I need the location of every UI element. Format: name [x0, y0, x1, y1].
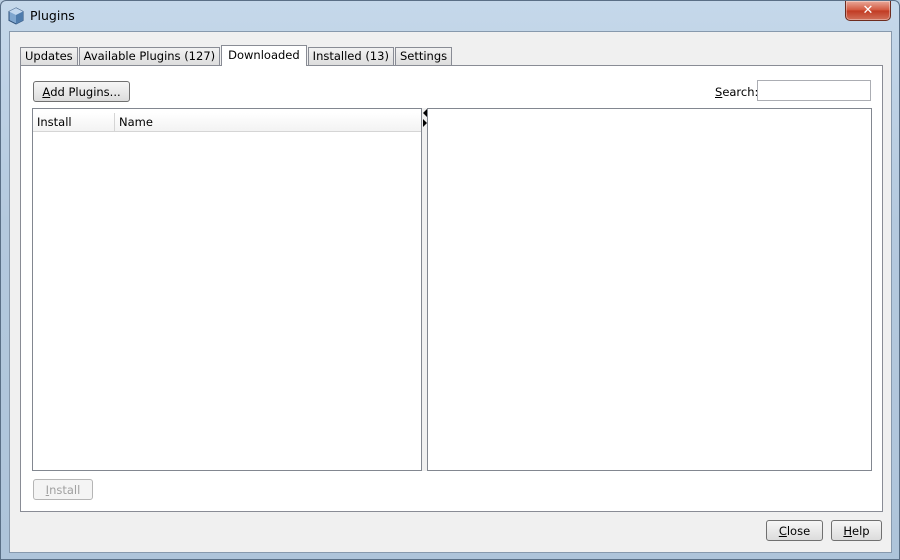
close-icon: ✕: [862, 3, 874, 18]
search-label: Search:: [715, 85, 758, 99]
window-title: Plugins: [30, 8, 75, 23]
tab-downloaded[interactable]: Downloaded: [221, 45, 307, 66]
plugin-details-panel: [427, 108, 872, 471]
tab-installed[interactable]: Installed (13): [307, 47, 394, 65]
window-close-button[interactable]: ✕: [845, 1, 891, 21]
search-input[interactable]: [757, 80, 871, 101]
dialog-client-area: Updates Available Plugins (127) Download…: [9, 31, 892, 553]
netbeans-cube-icon: [8, 7, 24, 25]
help-label: elp: [852, 523, 870, 538]
tab-bar: Updates Available Plugins (127) Download…: [20, 45, 453, 66]
downloaded-tab-panel: Add Plugins... Search: Install Name Inst…: [20, 65, 883, 512]
title-bar[interactable]: Plugins ✕: [1, 1, 899, 31]
add-plugins-mnemonic: A: [42, 84, 51, 99]
close-label: lose: [786, 523, 811, 538]
column-header-install[interactable]: Install: [33, 113, 115, 132]
tab-settings[interactable]: Settings: [394, 47, 453, 65]
add-plugins-label: dd Plugins...: [50, 84, 121, 99]
install-button[interactable]: Install: [33, 479, 93, 500]
help-button[interactable]: Help: [831, 520, 882, 541]
column-header-name[interactable]: Name: [115, 113, 421, 132]
search-label-text: earch:: [722, 85, 759, 99]
help-mnemonic: H: [843, 523, 853, 538]
tab-available-plugins[interactable]: Available Plugins (127): [78, 47, 221, 65]
add-plugins-button[interactable]: Add Plugins...: [33, 81, 130, 102]
table-header: Install Name: [33, 113, 421, 132]
close-button[interactable]: Close: [766, 520, 823, 541]
plugins-window: Plugins ✕ Updates Available Plugins (127…: [0, 0, 900, 560]
install-label: nstall: [49, 482, 81, 497]
plugins-list-panel[interactable]: Install Name: [32, 108, 422, 471]
close-mnemonic: C: [778, 523, 787, 538]
tab-updates[interactable]: Updates: [20, 47, 78, 65]
